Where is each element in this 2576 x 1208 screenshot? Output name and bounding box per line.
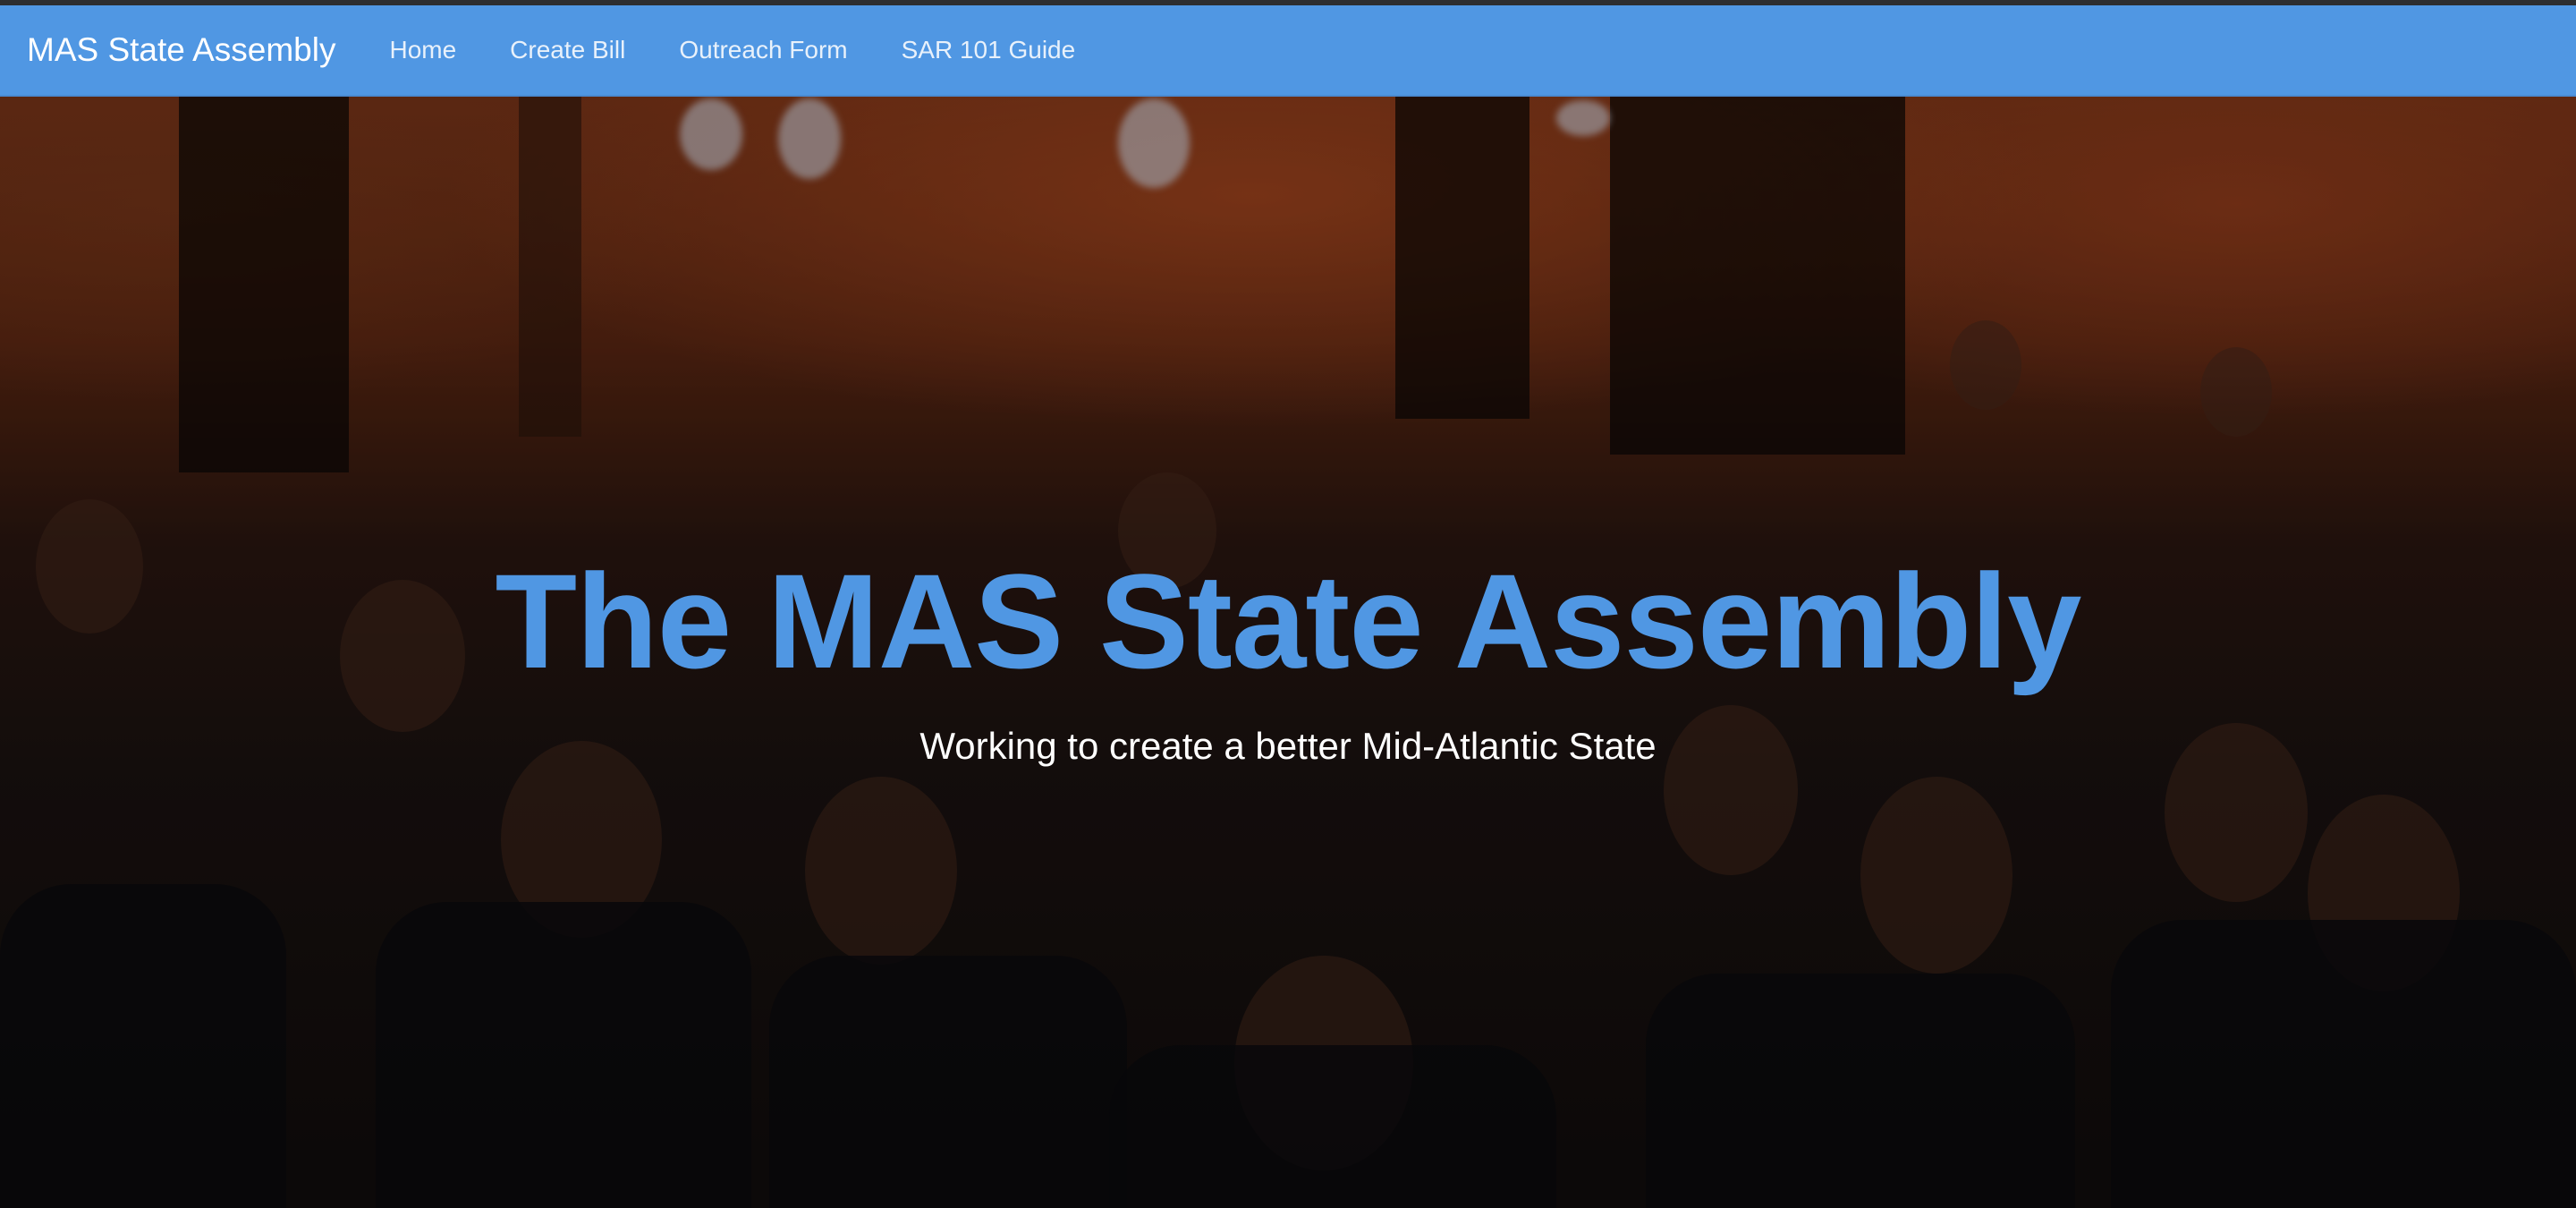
brand-link[interactable]: MAS State Assembly: [27, 31, 335, 69]
hero-title: The MAS State Assembly: [495, 546, 2082, 696]
nav-link-outreach-form[interactable]: Outreach Form: [679, 36, 847, 64]
hero-section: The MAS State Assembly Working to create…: [0, 97, 2576, 1208]
page: MAS State Assembly Home Create Bill Outr…: [0, 0, 2576, 1208]
nav-links: Home Create Bill Outreach Form SAR 101 G…: [364, 36, 1104, 64]
nav-link-sar-101-guide[interactable]: SAR 101 Guide: [902, 36, 1076, 64]
nav-link-create-bill[interactable]: Create Bill: [510, 36, 625, 64]
hero-content: The MAS State Assembly Working to create…: [0, 97, 2576, 1208]
nav-link-home[interactable]: Home: [389, 36, 456, 64]
navbar: MAS State Assembly Home Create Bill Outr…: [0, 5, 2576, 97]
hero-subtitle: Working to create a better Mid-Atlantic …: [919, 725, 1657, 767]
